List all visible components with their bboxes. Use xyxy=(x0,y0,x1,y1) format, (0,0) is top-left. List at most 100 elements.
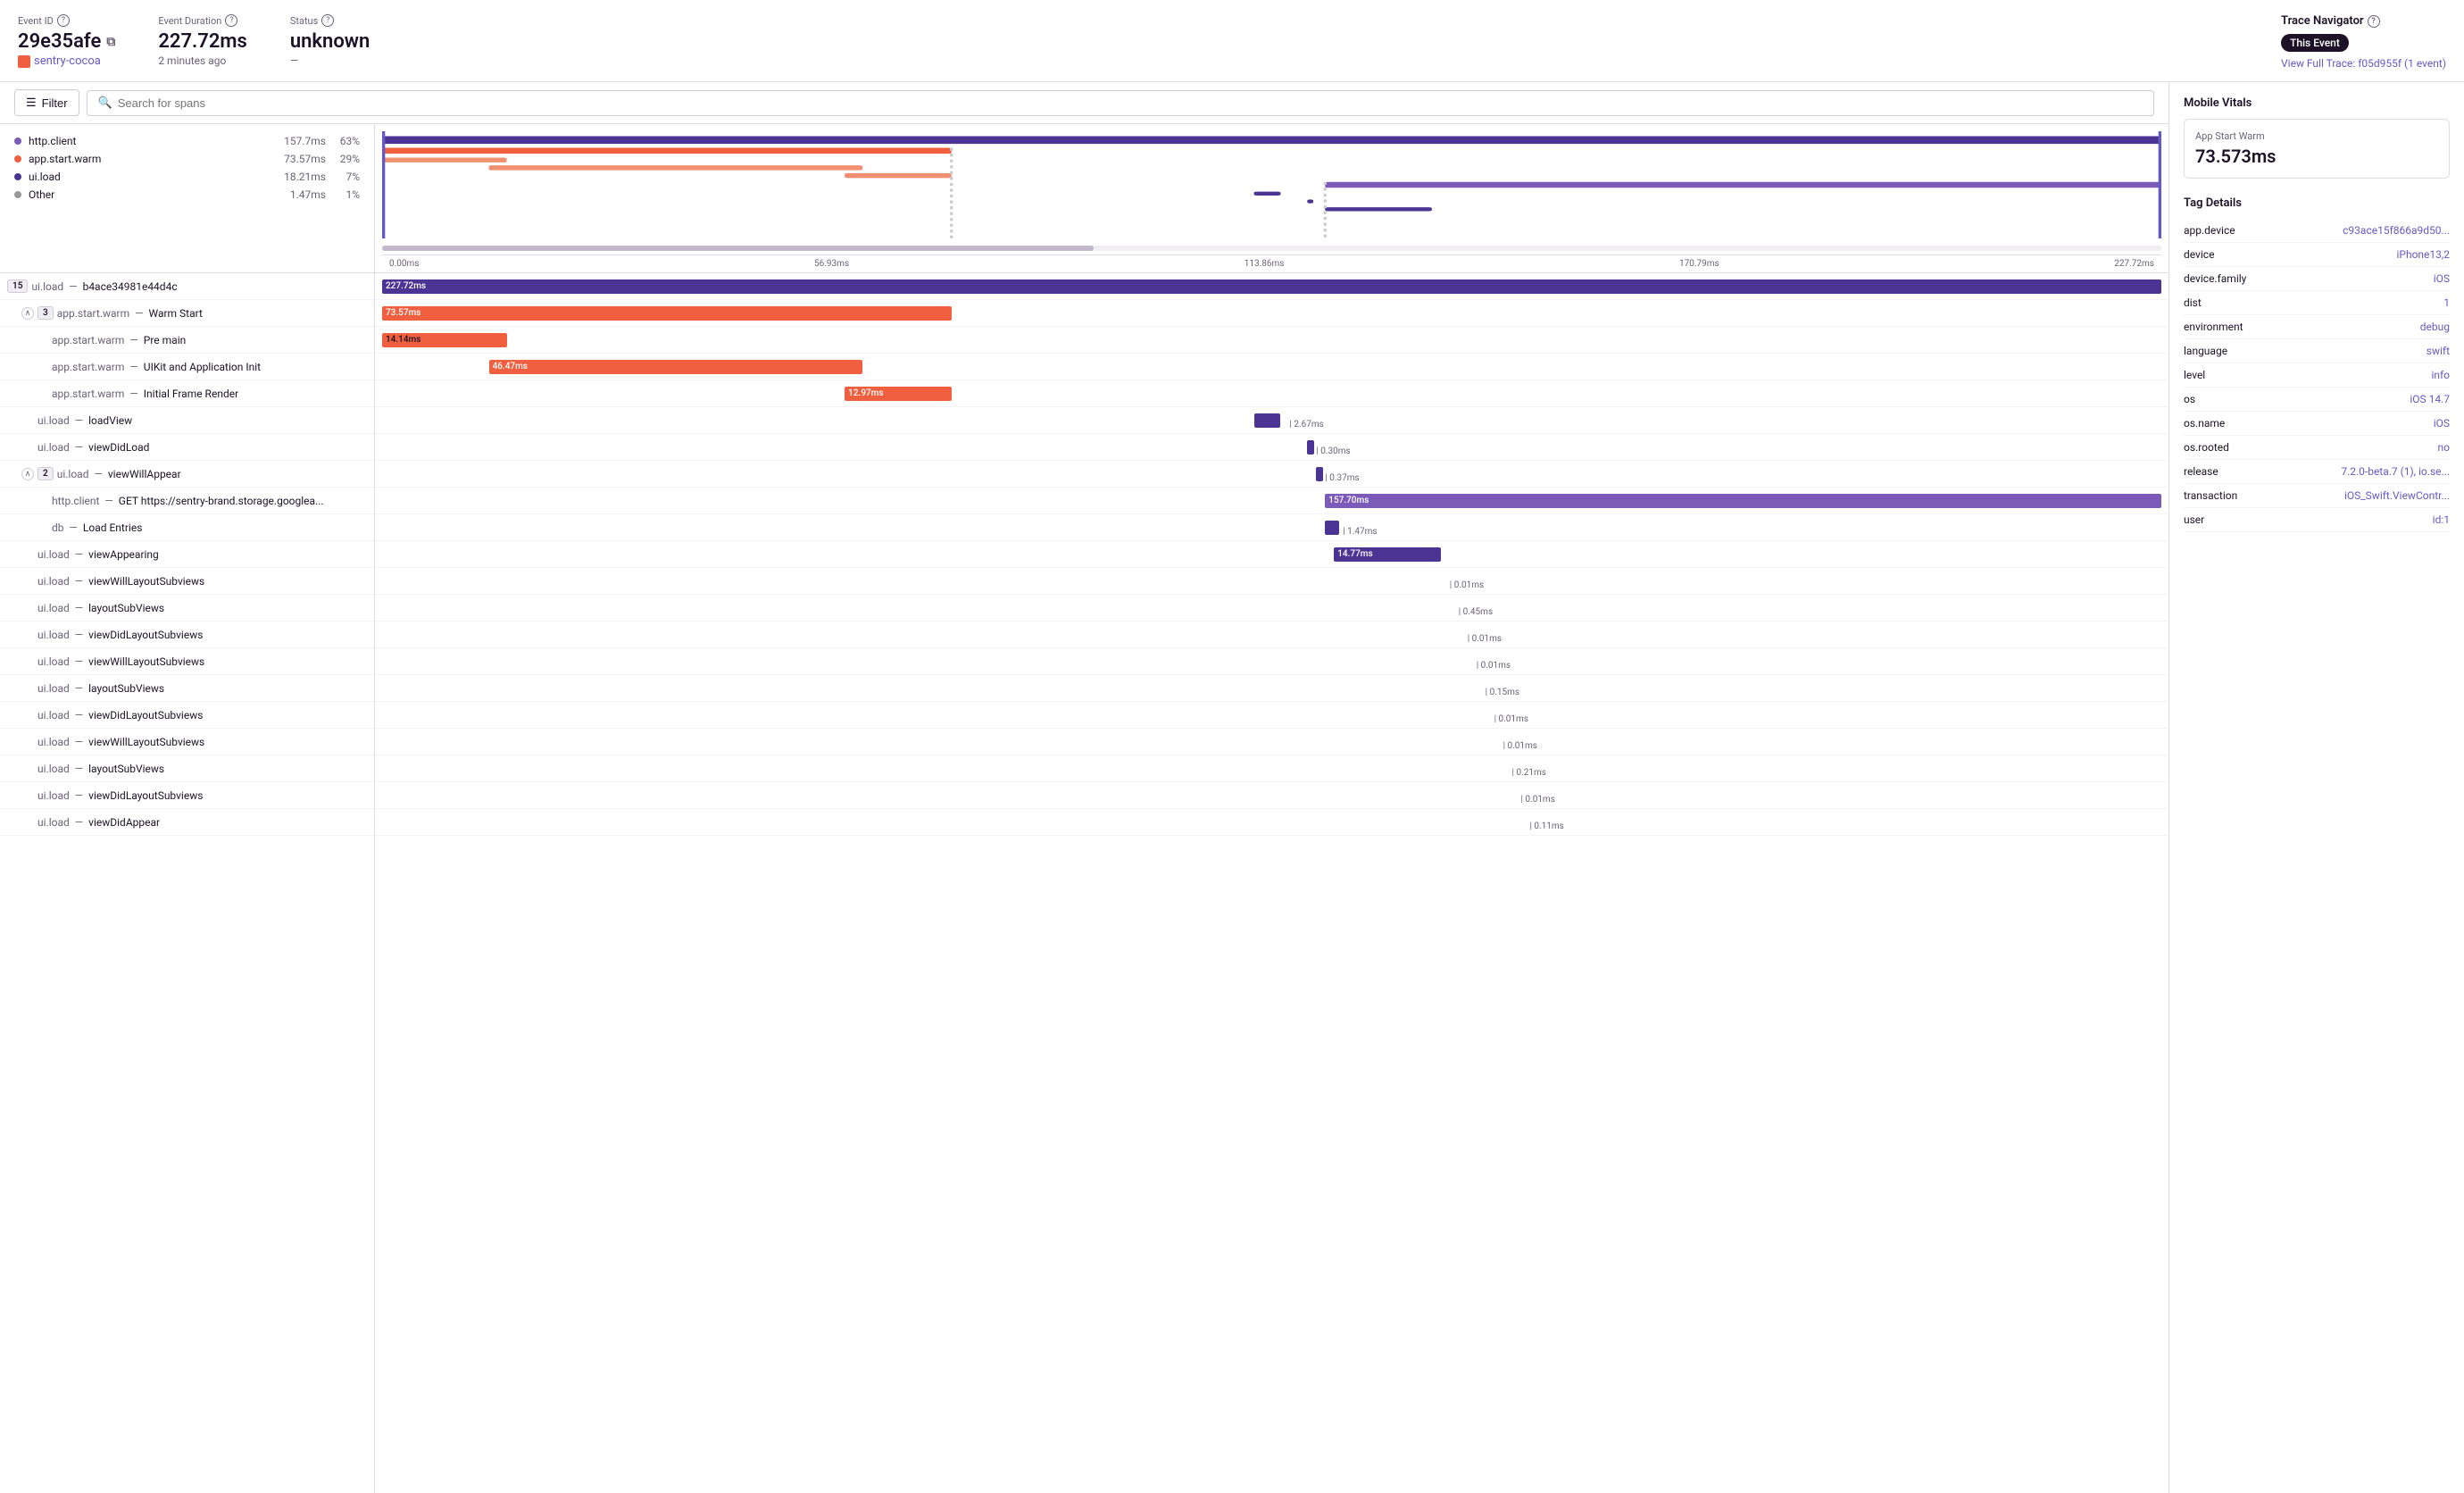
legend-item-appstart: app.start.warm 73.57ms 29% xyxy=(14,153,360,165)
span-label-row[interactable]: db — Load Entries xyxy=(0,514,374,541)
event-duration-sub: 2 minutes ago xyxy=(158,54,247,67)
chart-legend-area: http.client 157.7ms 63% app.start.warm 7… xyxy=(0,124,2168,273)
span-label-row[interactable]: ui.load — viewWillLayoutSubviews xyxy=(0,729,374,755)
search-box[interactable]: 🔍 xyxy=(87,90,2154,116)
span-label-row[interactable]: app.start.warm — Initial Frame Render xyxy=(0,380,374,407)
span-label-row[interactable]: ui.load — loadView xyxy=(0,407,374,434)
bar-row: | 0.21ms xyxy=(375,755,2168,782)
top-header: Event ID ? 29e35afe ⧉ sentry-cocoa Event… xyxy=(0,0,2464,82)
span-bar[interactable]: 73.57ms xyxy=(382,306,952,321)
span-label-row[interactable]: ui.load — viewDidLayoutSubviews xyxy=(0,782,374,809)
bar-wrapper: 227.72ms xyxy=(382,279,2161,294)
bar-row: 73.57ms xyxy=(375,300,2168,327)
span-label-row[interactable]: ∧ 2 ui.load — viewWillAppear xyxy=(0,461,374,488)
scrollbar-track[interactable] xyxy=(382,246,2161,251)
tag-row-release: release 7.2.0-beta.7 (1), io.se... xyxy=(2184,460,2450,484)
event-duration-info-icon[interactable]: ? xyxy=(225,14,237,27)
bar-row: | 0.01ms xyxy=(375,621,2168,648)
bar-wrapper: | 0.11ms xyxy=(382,815,2161,830)
span-label-row[interactable]: ui.load — viewWillLayoutSubviews xyxy=(0,648,374,675)
bar-row: | 0.01ms xyxy=(375,729,2168,755)
span-label-row[interactable]: ui.load — viewDidLayoutSubviews xyxy=(0,621,374,648)
vital-value: 73.573ms xyxy=(2195,146,2438,167)
tag-details-section: Tag Details app.device c93ace15f866a9d50… xyxy=(2184,196,2450,532)
span-bar[interactable]: 14.77ms xyxy=(1334,547,1441,562)
bar-wrapper: | 0.01ms xyxy=(382,788,2161,803)
span-bar[interactable]: 157.70ms xyxy=(1325,494,2161,508)
span-badge: 15 xyxy=(7,279,28,293)
bar-row: 157.70ms xyxy=(375,488,2168,514)
trace-navigator-title: Trace Navigator ? xyxy=(2281,14,2446,28)
status-sub: — xyxy=(290,54,370,67)
legend-dot-uiload xyxy=(14,173,21,180)
minimap-svg xyxy=(382,131,2161,238)
span-label-row[interactable]: app.start.warm — UIKit and Application I… xyxy=(0,354,374,380)
span-label-row[interactable]: ui.load — layoutSubViews xyxy=(0,675,374,702)
span-label-row[interactable]: 15 ui.load — b4ace34981e44d4c xyxy=(0,273,374,300)
bar-wrapper: | 1.47ms xyxy=(382,521,2161,535)
bar-wrapper: 157.70ms xyxy=(382,494,2161,508)
search-icon: 🔍 xyxy=(98,96,112,110)
span-bar[interactable] xyxy=(1316,467,1323,481)
span-bar[interactable]: 46.47ms xyxy=(489,360,863,374)
tag-row-environment: environment debug xyxy=(2184,315,2450,339)
span-label-row[interactable]: http.client — GET https://sentry-brand.s… xyxy=(0,488,374,514)
toolbar: ☰ Filter 🔍 xyxy=(0,82,2168,124)
span-label-row[interactable]: ui.load — viewDidAppear xyxy=(0,809,374,836)
event-duration-label: Event Duration ? xyxy=(158,14,247,27)
right-panel: Mobile Vitals App Start Warm 73.573ms Ta… xyxy=(2169,82,2464,1493)
full-trace-link[interactable]: View Full Trace: f05d955f (1 event) xyxy=(2281,57,2446,70)
bar-wrapper: 73.57ms xyxy=(382,306,2161,321)
span-bar[interactable] xyxy=(1307,440,1314,455)
main-content: ☰ Filter 🔍 http.client 157.7ms 63% app.s… xyxy=(0,82,2464,1493)
bar-row: 14.77ms xyxy=(375,541,2168,568)
tag-row-level: level info xyxy=(2184,363,2450,388)
span-label-row[interactable]: app.start.warm — Pre main xyxy=(0,327,374,354)
bar-wrapper: | 0.37ms xyxy=(382,467,2161,481)
search-input[interactable] xyxy=(118,96,2143,110)
bar-row: | 0.45ms xyxy=(375,595,2168,621)
platform-link[interactable]: sentry-cocoa xyxy=(18,54,115,68)
span-bar[interactable]: 12.97ms xyxy=(845,387,952,401)
bar-row: | 2.67ms xyxy=(375,407,2168,434)
bar-row: | 0.15ms xyxy=(375,675,2168,702)
tag-row-os-name: os.name iOS xyxy=(2184,412,2450,436)
filter-button[interactable]: ☰ Filter xyxy=(14,89,79,116)
bar-row: 12.97ms xyxy=(375,380,2168,407)
sentry-cocoa-link[interactable]: sentry-cocoa xyxy=(18,54,115,68)
scrollbar-thumb[interactable] xyxy=(382,246,1094,251)
bar-wrapper: | 0.30ms xyxy=(382,440,2161,455)
event-id-info-icon[interactable]: ? xyxy=(57,14,70,27)
bar-wrapper: | 0.01ms xyxy=(382,574,2161,588)
status-info-icon[interactable]: ? xyxy=(321,14,334,27)
bar-wrapper: 12.97ms xyxy=(382,387,2161,401)
span-bar[interactable]: 227.72ms xyxy=(382,279,2161,294)
mobile-vitals-title: Mobile Vitals xyxy=(2184,96,2450,110)
legend-item-other: Other 1.47ms 1% xyxy=(14,188,360,201)
trace-navigator-info-icon[interactable]: ? xyxy=(2368,15,2380,28)
bar-wrapper: | 0.01ms xyxy=(382,655,2161,669)
span-label-row[interactable]: ui.load — viewDidLoad xyxy=(0,434,374,461)
bar-wrapper: | 2.67ms xyxy=(382,413,2161,428)
span-label-row[interactable]: ui.load — viewDidLayoutSubviews xyxy=(0,702,374,729)
span-bar[interactable] xyxy=(1254,413,1281,428)
event-id-label: Event ID ? xyxy=(18,14,115,27)
vital-name: App Start Warm xyxy=(2195,130,2438,142)
bar-wrapper: | 0.15ms xyxy=(382,681,2161,696)
spans-bars: 227.72ms 73.57ms 14.14 xyxy=(375,273,2168,1493)
span-label-row[interactable]: ui.load — layoutSubViews xyxy=(0,595,374,621)
tag-row-os-rooted: os.rooted no xyxy=(2184,436,2450,460)
span-badge: 2 xyxy=(37,467,54,480)
collapse-button[interactable]: ∧ xyxy=(21,307,34,320)
bar-row: | 0.01ms xyxy=(375,782,2168,809)
span-label-row[interactable]: ui.load — viewWillLayoutSubviews xyxy=(0,568,374,595)
collapse-button[interactable]: ∧ xyxy=(21,468,34,480)
copy-icon[interactable]: ⧉ xyxy=(106,35,115,49)
span-bar[interactable] xyxy=(1325,521,1339,535)
legend-dot-http xyxy=(14,138,21,145)
legend-item-uiload: ui.load 18.21ms 7% xyxy=(14,171,360,183)
span-label-row[interactable]: ui.load — viewAppearing xyxy=(0,541,374,568)
span-bar[interactable]: 14.14ms xyxy=(382,333,507,347)
span-label-row[interactable]: ∧ 3 app.start.warm — Warm Start xyxy=(0,300,374,327)
span-label-row[interactable]: ui.load — layoutSubViews xyxy=(0,755,374,782)
